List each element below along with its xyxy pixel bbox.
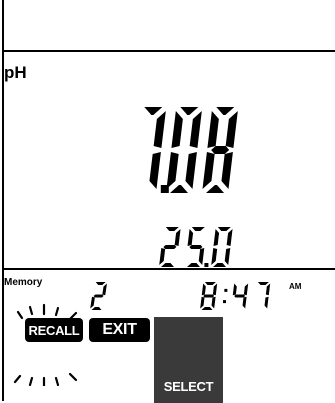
seven-segment-digit — [257, 282, 271, 309]
seven-segment-digit — [159, 227, 181, 267]
memory-divider — [2, 268, 335, 270]
meter-display-page: pH Memory AM RECALL EXIT SELECT — [0, 0, 335, 403]
seven-segment-digit — [211, 227, 233, 267]
select-button[interactable]: SELECT — [154, 317, 223, 403]
parameter-label: pH — [4, 63, 27, 82]
seven-segment-digit — [144, 107, 166, 189]
seven-segment-digit — [202, 107, 238, 193]
memory-time — [200, 282, 271, 310]
seven-segment-digit — [90, 282, 107, 310]
memory-location — [90, 282, 107, 310]
exit-button[interactable]: EXIT — [89, 318, 150, 342]
colon-dot — [223, 300, 227, 304]
top-divider — [2, 50, 335, 52]
colon-dot — [224, 288, 228, 292]
decimal-point — [204, 263, 209, 267]
seven-segment-digit — [232, 283, 249, 309]
time-period: AM — [289, 282, 302, 291]
seven-segment-digit — [187, 227, 205, 267]
seven-segment-digit — [166, 107, 202, 193]
recall-button[interactable]: RECALL — [25, 318, 83, 342]
temperature-reading — [159, 227, 233, 267]
memory-label: Memory — [4, 277, 43, 288]
main-reading — [144, 107, 238, 193]
seven-segment-digit — [200, 282, 218, 310]
